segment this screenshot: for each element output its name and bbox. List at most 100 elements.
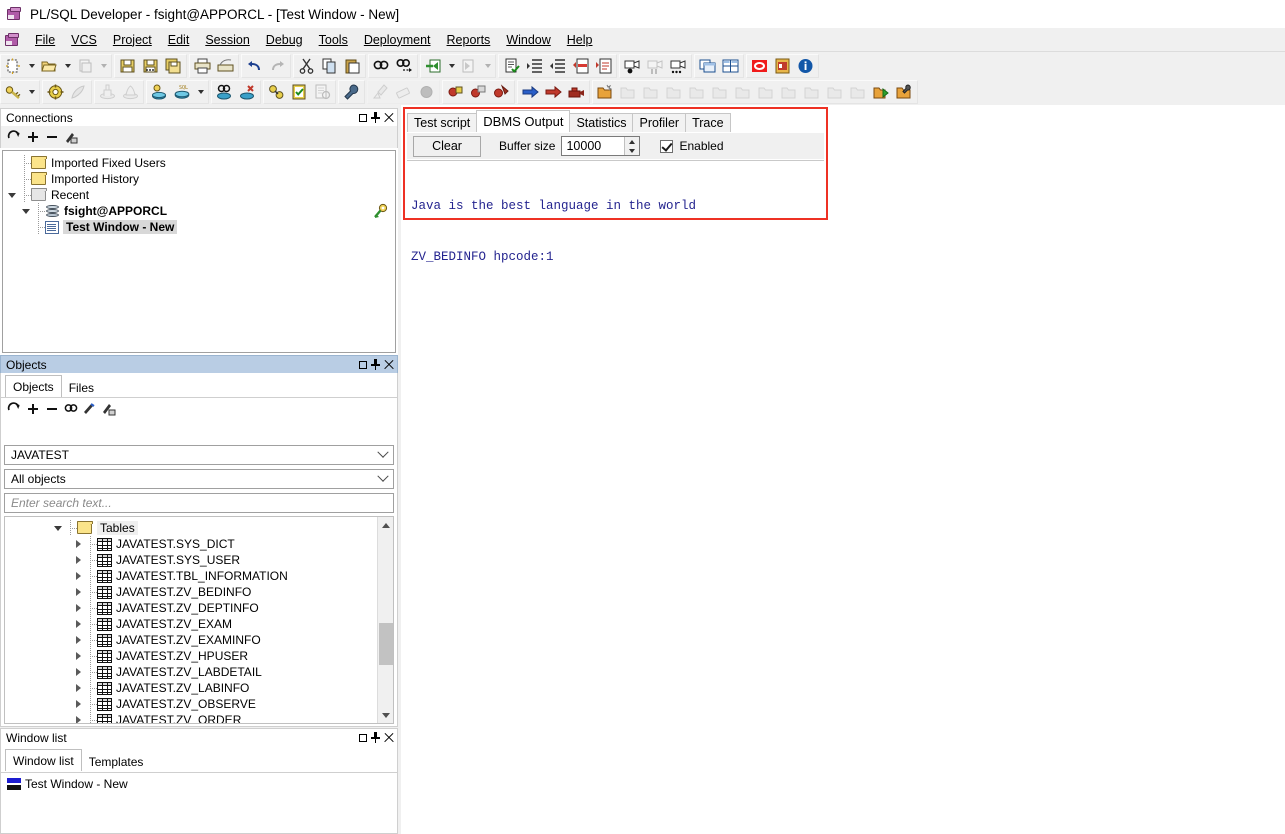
open-folder-dropdown-caret[interactable] [61, 55, 74, 77]
tree-item-table[interactable]: JAVATEST.ZV_EXAMINFO [5, 632, 376, 648]
tree-item-table[interactable]: JAVATEST.ZV_EXAM [5, 616, 376, 632]
indent-icon[interactable] [523, 55, 546, 77]
tree-item-table[interactable]: JAVATEST.SYS_DICT [5, 536, 376, 552]
execute-icon[interactable] [500, 55, 523, 77]
tree-item-table[interactable]: JAVATEST.SYS_USER [5, 552, 376, 568]
object-type-select[interactable]: All objects [4, 469, 394, 489]
tab-statistics[interactable]: Statistics [569, 113, 634, 132]
tree-item-connection[interactable]: fsight@APPORCL [3, 203, 395, 219]
open-folder-icon[interactable] [38, 55, 61, 77]
settings-gear-icon[interactable] [44, 81, 67, 103]
menu-help[interactable]: Help [559, 30, 601, 50]
project-g-icon[interactable] [755, 81, 778, 103]
chevron-right-icon[interactable] [71, 536, 85, 552]
save-as-icon[interactable] [139, 55, 162, 77]
scrollbar-thumb[interactable] [379, 623, 393, 665]
buffer-size-increment-button[interactable] [625, 137, 640, 146]
add-icon[interactable] [24, 400, 42, 418]
enabled-checkbox-row[interactable]: Enabled [660, 139, 724, 153]
pin-icon[interactable] [369, 358, 382, 372]
sql-window-dropdown-caret[interactable] [194, 81, 207, 103]
play-macro-icon[interactable] [667, 55, 690, 77]
user-objects-icon[interactable] [100, 400, 118, 418]
menu-project[interactable]: Project [105, 30, 160, 50]
schema-select[interactable]: JAVATEST [4, 445, 394, 465]
buffer-size-stepper[interactable]: 10000 [561, 136, 641, 156]
refresh-icon[interactable] [5, 128, 23, 146]
print-icon[interactable] [191, 55, 214, 77]
chevron-right-icon[interactable] [71, 696, 85, 712]
chevron-right-icon[interactable] [71, 584, 85, 600]
menu-session[interactable]: Session [197, 30, 257, 50]
export-icon[interactable] [119, 81, 142, 103]
find-next-icon[interactable] [393, 55, 416, 77]
tree-item-table[interactable]: JAVATEST.ZV_ORDER [5, 712, 376, 723]
tab-trace[interactable]: Trace [685, 113, 731, 132]
report-icon[interactable] [311, 81, 334, 103]
project-e-icon[interactable] [709, 81, 732, 103]
find-icon[interactable] [62, 400, 80, 418]
undo-icon[interactable] [243, 55, 266, 77]
objects-tree-scrollbar[interactable] [377, 517, 393, 723]
breakpoints-icon[interactable] [467, 81, 490, 103]
chevron-right-icon[interactable] [71, 712, 85, 723]
back-icon[interactable] [422, 55, 445, 77]
restore-icon[interactable] [356, 358, 369, 372]
scroll-up-button[interactable] [378, 517, 393, 533]
tree-item-table[interactable]: JAVATEST.ZV_OBSERVE [5, 696, 376, 712]
chevron-down-icon[interactable] [19, 203, 33, 219]
chevron-down-icon[interactable] [373, 470, 393, 488]
key-icon[interactable] [2, 81, 25, 103]
tab-test-script[interactable]: Test script [407, 113, 478, 132]
project-j-icon[interactable] [824, 81, 847, 103]
test-window-icon[interactable] [265, 81, 288, 103]
project-run-icon[interactable] [870, 81, 893, 103]
tab-templates[interactable]: Templates [80, 751, 152, 771]
project-a-icon[interactable] [617, 81, 640, 103]
eraser-icon[interactable] [392, 81, 415, 103]
menu-vcs[interactable]: VCS [63, 30, 105, 50]
tab-profiler[interactable]: Profiler [632, 113, 687, 132]
menu-file[interactable]: File [27, 30, 63, 50]
remove-icon[interactable] [43, 400, 61, 418]
connections-tree[interactable]: Imported Fixed Users Imported History Re… [2, 150, 396, 353]
project-h-icon[interactable] [778, 81, 801, 103]
key-dropdown-caret[interactable] [25, 81, 38, 103]
tree-item-table[interactable]: JAVATEST.ZV_HPUSER [5, 648, 376, 664]
check-list-icon[interactable] [288, 81, 311, 103]
menu-window[interactable]: Window [498, 30, 558, 50]
save-all-icon[interactable] [162, 55, 185, 77]
close-icon[interactable] [382, 358, 395, 372]
open-project-icon[interactable] [594, 81, 617, 103]
system-menu-icon[interactable] [4, 32, 21, 48]
refresh-icon[interactable] [5, 400, 23, 418]
new-sql-window-icon[interactable] [148, 81, 171, 103]
cascade-windows-icon[interactable] [696, 55, 719, 77]
close-icon[interactable] [382, 111, 395, 125]
project-settings-icon[interactable] [893, 81, 916, 103]
tree-item-test-window[interactable]: Test Window - New [3, 219, 395, 235]
stop-icon[interactable] [415, 81, 438, 103]
pin-icon[interactable] [369, 731, 382, 745]
dbms-output-text-area[interactable]: Java is the best language in the world Z… [407, 160, 824, 264]
chevron-right-icon[interactable] [71, 600, 85, 616]
oracle-icon[interactable] [748, 55, 771, 77]
restore-icon[interactable] [356, 111, 369, 125]
project-f-icon[interactable] [732, 81, 755, 103]
outdent-icon[interactable] [546, 55, 569, 77]
chevron-right-icon[interactable] [71, 664, 85, 680]
project-d-icon[interactable] [686, 81, 709, 103]
menu-reports[interactable]: Reports [439, 30, 499, 50]
tree-item-table[interactable]: JAVATEST.ZV_LABDETAIL [5, 664, 376, 680]
broom-icon[interactable] [369, 81, 392, 103]
edit-user-icon[interactable] [62, 128, 80, 146]
tab-objects[interactable]: Objects [5, 375, 62, 397]
close-db-object-icon[interactable] [236, 81, 259, 103]
menu-edit[interactable]: Edit [160, 30, 198, 50]
record-macro-icon[interactable] [621, 55, 644, 77]
forward-icon[interactable] [458, 55, 481, 77]
break-all-icon[interactable] [490, 81, 513, 103]
uncomment-icon[interactable] [592, 55, 615, 77]
tab-window-list[interactable]: Window list [5, 749, 82, 771]
tree-item-table[interactable]: JAVATEST.ZV_LABINFO [5, 680, 376, 696]
